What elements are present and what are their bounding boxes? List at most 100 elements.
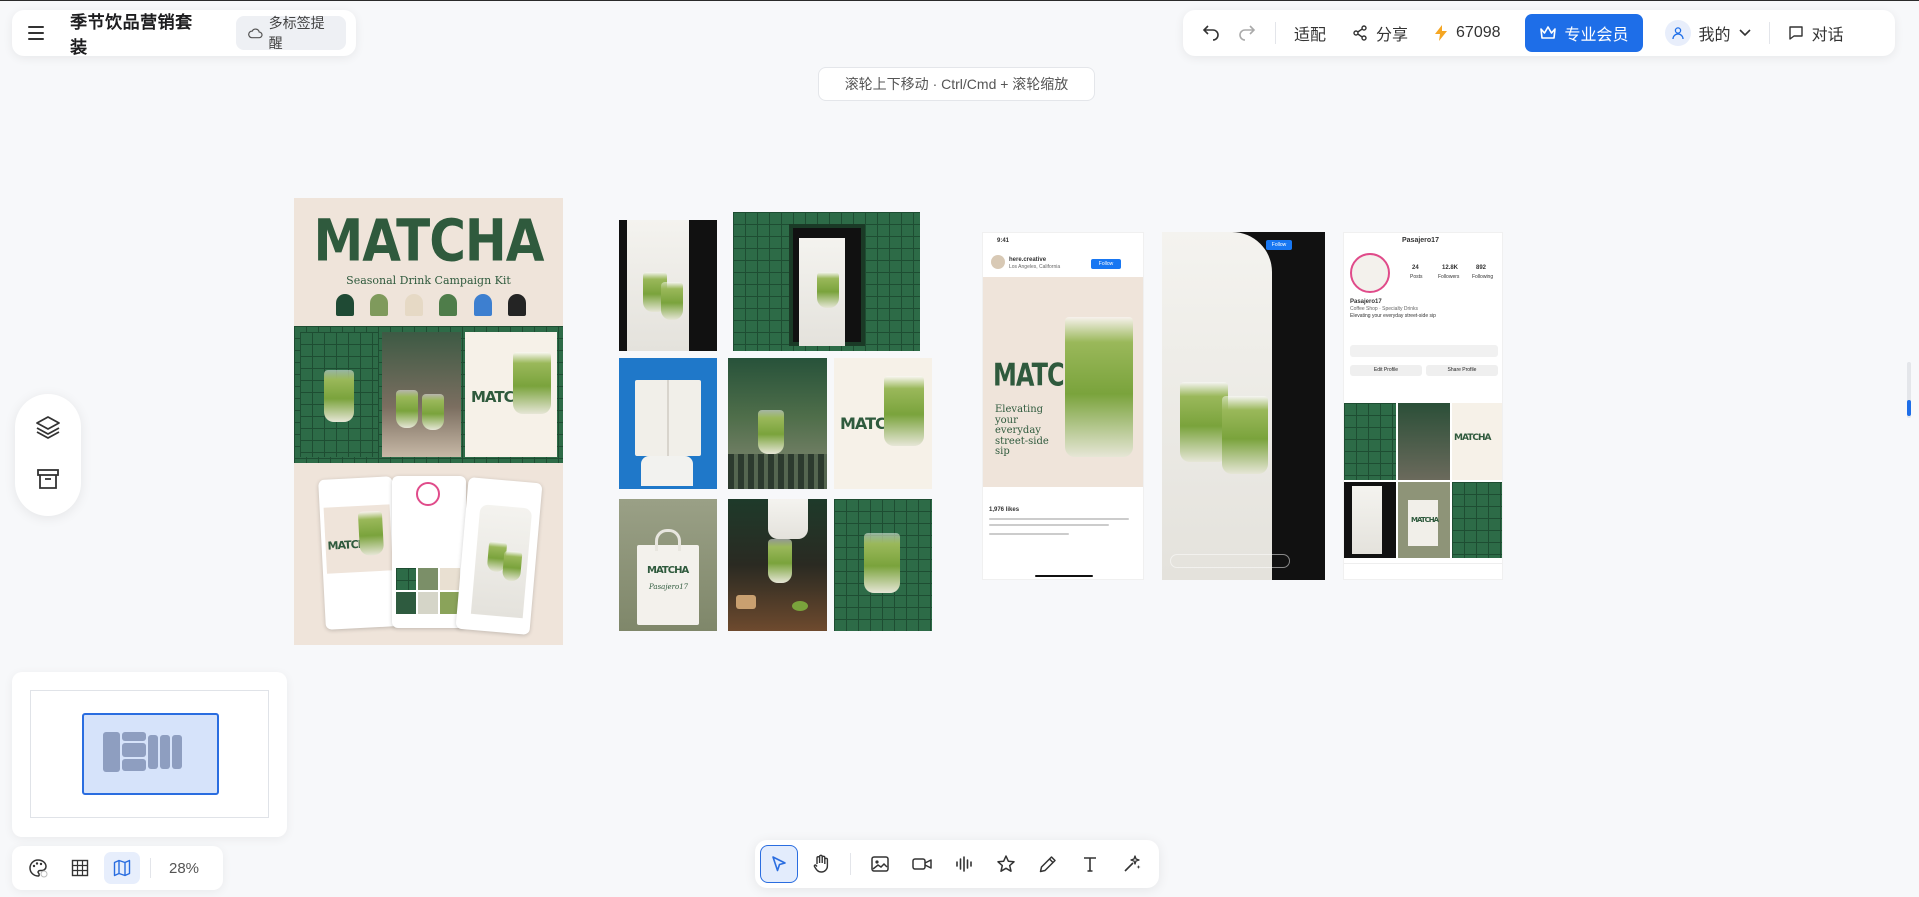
layers-button[interactable]: [35, 414, 61, 445]
minimap-block: [103, 732, 120, 772]
map-icon: [113, 859, 131, 877]
tote-bag-brand: Pasajero17: [649, 583, 689, 591]
theme-button[interactable]: [20, 852, 56, 884]
document-header: 季节饮品营销套装 多标签提醒: [12, 8, 356, 58]
ig-profile-grid: MATCHA MATCHA: [1344, 403, 1502, 558]
swatch: [336, 294, 354, 316]
chat-button[interactable]: 对话: [1780, 21, 1852, 45]
my-account-menu[interactable]: 我的: [1657, 20, 1759, 46]
audio-icon: [956, 856, 972, 872]
audio-tool[interactable]: [945, 845, 983, 883]
canvas-ig-post[interactable]: 9:41 here.creative Los Angeles, Californ…: [982, 232, 1144, 580]
pro-member-button[interactable]: 专业会员: [1524, 14, 1643, 52]
chat-icon: [1788, 26, 1803, 40]
redo-button[interactable]: [1229, 15, 1265, 51]
multi-tag-reminder-button[interactable]: 多标签提醒: [235, 15, 346, 51]
image-icon: [871, 856, 889, 872]
ig-post-account: here.creative: [1009, 257, 1047, 263]
tote-bag-word: MATCHA: [647, 565, 689, 576]
star-icon: [997, 855, 1015, 872]
canvas-tile-tote-bag[interactable]: MATCHA Pasajero17: [619, 499, 717, 631]
poster-photo-card: MATCHA: [465, 332, 557, 457]
magic-icon: [1124, 855, 1141, 872]
video-icon: [912, 858, 932, 870]
archive-icon: [37, 469, 59, 489]
undo-icon: [1202, 25, 1219, 41]
user-icon: [1671, 27, 1684, 40]
text-tool[interactable]: [1071, 845, 1109, 883]
canvas-tile-shirt-cup[interactable]: [619, 220, 717, 351]
ig-profile-following-count: 892: [1476, 265, 1487, 271]
minimap-toggle-button[interactable]: [104, 852, 140, 884]
canvas-tile-pouring[interactable]: [728, 499, 827, 631]
cursor-icon: [772, 856, 786, 872]
poster-subtitle: Seasonal Drink Campaign Kit: [346, 274, 511, 287]
zoom-level[interactable]: 28%: [169, 860, 199, 877]
document-title[interactable]: 季节饮品营销套装: [70, 8, 201, 58]
chevron-down-icon: [1738, 29, 1751, 37]
redo-icon: [1239, 25, 1256, 41]
undo-button[interactable]: [1193, 15, 1229, 51]
image-tool[interactable]: [861, 845, 899, 883]
view-controls: 28%: [12, 846, 223, 890]
minimap-canvas: [30, 690, 269, 818]
swatch: [473, 294, 492, 316]
star-tool[interactable]: [987, 845, 1025, 883]
canvas-tile-matcha-card[interactable]: MATCHA: [834, 358, 932, 489]
minimap-block: [122, 759, 146, 771]
minimap-viewport[interactable]: [82, 713, 219, 795]
minimap-block: [172, 735, 182, 769]
credits-counter[interactable]: 67098: [1426, 24, 1509, 42]
text-icon: [1084, 857, 1096, 872]
share-icon: [1353, 25, 1367, 41]
ig-post-time: 9:41: [997, 238, 1010, 244]
grid-toggle-button[interactable]: [62, 852, 98, 884]
share-button[interactable]: 分享: [1344, 21, 1416, 45]
poster-phone-2: [392, 476, 466, 628]
ig-post-follow: Follow: [1091, 259, 1121, 269]
multi-tag-reminder-label: 多标签提醒: [268, 15, 325, 51]
vertical-scroll-indicator[interactable]: [1907, 362, 1911, 418]
ig-profile-bio-1: Coffee Shop · Specialty Drinks: [1350, 306, 1418, 312]
minimap-block: [122, 732, 146, 741]
ig-profile-name: Pasajero17: [1350, 299, 1382, 305]
pen-tool[interactable]: [1029, 845, 1067, 883]
ig-profile-handle: Pasajero17: [1402, 237, 1439, 244]
minimap-block: [160, 735, 170, 769]
menu-button[interactable]: [22, 18, 50, 48]
ig-story-follow: Follow: [1266, 240, 1292, 250]
palette-icon: [29, 859, 48, 878]
swatch: [404, 294, 423, 316]
hand-tool[interactable]: [802, 845, 840, 883]
grid-icon: [71, 859, 89, 877]
poster-photo-tiles: [300, 332, 378, 457]
minimap[interactable]: [12, 672, 287, 837]
creation-toolbar: [755, 840, 1159, 888]
hand-icon: [813, 854, 829, 873]
crown-icon: [1539, 26, 1556, 39]
cloud-icon: [247, 28, 263, 39]
canvas-tile-green-tiles[interactable]: [834, 499, 932, 631]
canvas-ig-profile[interactable]: Pasajero17 24 Posts 12.8K Followers 892 …: [1343, 232, 1503, 580]
avatar: [1664, 20, 1691, 46]
canvas-tile-billboard[interactable]: [733, 212, 920, 351]
minimap-block: [122, 743, 146, 757]
bolt-icon: [1435, 25, 1448, 41]
select-tool[interactable]: [760, 845, 798, 883]
fit-button[interactable]: 适配: [1286, 21, 1334, 45]
archive-button[interactable]: [36, 467, 60, 496]
magic-tool[interactable]: [1113, 845, 1151, 883]
canvas-tile-magazine[interactable]: [619, 358, 717, 489]
window-top-border: [0, 0, 1919, 1]
minimap-block: [148, 735, 158, 769]
canvas-tile-street-table[interactable]: [728, 358, 827, 489]
canvas-ig-story[interactable]: Follow: [1162, 232, 1325, 580]
canvas-poster[interactable]: MATCHA Seasonal Drink Campaign Kit MATCH…: [294, 198, 563, 645]
ig-profile-followers-count: 12.8K: [1442, 265, 1459, 271]
ig-profile-following-label: Following: [1472, 274, 1494, 280]
poster-photo-table: [382, 332, 461, 457]
poster-phone-3: [455, 477, 543, 635]
left-tool-panel: [15, 394, 81, 516]
video-tool[interactable]: [903, 845, 941, 883]
swatch: [439, 294, 458, 316]
